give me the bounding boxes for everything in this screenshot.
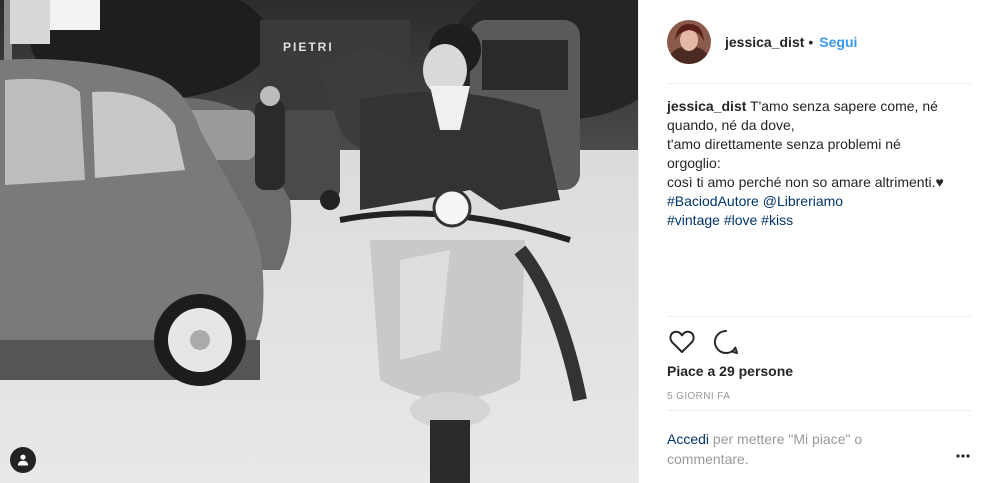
caption-line-3: t'amo direttamente senza problemi né: [667, 136, 901, 152]
person-icon: [17, 454, 29, 466]
heart-emoji: ♥: [935, 174, 944, 190]
caption-line-2: quando, né da dove,: [667, 117, 795, 133]
vintage-scooter-photo: PIETRI: [0, 0, 638, 483]
caption-line-5: così ti amo perché non so amare altrimen…: [667, 174, 936, 190]
comment-prompt: Accedi per mettere "Mi piace" o commenta…: [667, 429, 907, 469]
login-link[interactable]: Accedi: [667, 431, 709, 447]
post-photo[interactable]: PIETRI: [0, 0, 638, 483]
author-username[interactable]: jessica_dist: [725, 34, 804, 50]
post-header: jessica_dist • Segui: [639, 0, 996, 84]
avatar[interactable]: [667, 19, 711, 64]
post-sidebar: jessica_dist • Segui jessica_dist T'amo …: [638, 0, 996, 483]
caption-username[interactable]: jessica_dist: [667, 98, 746, 114]
like-button[interactable]: [667, 327, 697, 357]
storefront-sign: PIETRI: [283, 40, 334, 54]
caption-hashtags-2[interactable]: #vintage #love #kiss: [667, 211, 971, 230]
caption-line-4: orgoglio:: [667, 155, 721, 171]
post-caption: jessica_dist T'amo senza sapere come, né…: [667, 97, 971, 230]
caption-line-1: T'amo senza sapere come, né: [750, 98, 938, 114]
profile-picture: [667, 19, 711, 64]
actions-divider: [667, 316, 971, 317]
caption-hashtags-1[interactable]: #BaciodAutore @Libreriamo: [667, 192, 971, 211]
post-timestamp: 5 GIORNI FA: [667, 391, 731, 402]
speech-bubble-icon: [713, 329, 738, 354]
heart-outline-icon: [669, 330, 695, 353]
more-options-button[interactable]: [953, 446, 973, 466]
separator-dot: •: [808, 33, 814, 50]
ellipsis-icon: [956, 454, 970, 458]
post-actions: [667, 326, 755, 358]
tagged-users-badge[interactable]: [10, 447, 36, 473]
likes-count[interactable]: Piace a 29 persone: [667, 363, 793, 379]
comment-divider: [667, 410, 971, 411]
comment-button[interactable]: [711, 327, 741, 357]
follow-button[interactable]: Segui: [819, 34, 857, 50]
